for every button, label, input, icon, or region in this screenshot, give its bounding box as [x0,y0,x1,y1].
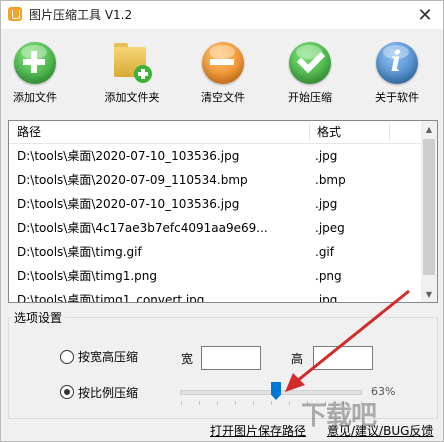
list-item[interactable]: D:\tools\桌面\timg.gif .gif [9,240,421,264]
slider-tick [181,401,182,405]
list-item[interactable]: D:\tools\桌面\4c17ae3b7efc4091aa9e69... .jp… [9,216,421,240]
scroll-down-icon[interactable]: ▼ [421,286,437,302]
height-label: 高 [291,352,304,366]
file-path-cell: D:\tools\桌面\2020-07-10_103536.jpg [17,197,240,211]
list-header: 路径 格式 [9,121,421,144]
vertical-scrollbar[interactable]: ▲ ▼ [421,121,437,302]
add-file-icon [13,41,57,85]
list-item[interactable]: D:\tools\桌面\timg1.png .png [9,264,421,288]
list-item[interactable]: D:\tools\桌面\2020-07-10_103536.jpg .jpg [9,192,421,216]
about-button[interactable]: i 关于软件 [369,33,425,105]
info-icon: i [375,41,419,85]
app-window: 图片压缩工具 V1.2 ✕ 添加文件 添加文件夹 清空文件 开始压缩 i 关于软… [0,0,444,442]
start-compress-label: 开始压缩 [288,91,332,104]
add-file-label: 添加文件 [13,91,57,104]
slider-tick [235,401,236,405]
width-label: 宽 [181,352,194,366]
file-format-cell: .gif [315,245,334,259]
clear-files-button[interactable]: 清空文件 [195,33,251,105]
file-path-cell: D:\tools\桌面\timg1.png [17,269,158,283]
close-button[interactable]: ✕ [407,1,443,29]
slider-tick [253,401,254,405]
mode-ratio-radio[interactable] [60,385,74,399]
mode-size-radio[interactable] [60,350,74,364]
add-folder-button[interactable]: 添加文件夹 [97,33,167,105]
add-file-button[interactable]: 添加文件 [9,33,61,105]
about-label: 关于软件 [375,91,419,104]
file-path-cell: D:\tools\桌面\timg.gif [17,245,142,259]
options-group-title: 选项设置 [11,309,66,326]
list-item[interactable]: D:\tools\桌面\2020-07-09_110534.bmp .bmp [9,168,421,192]
width-input[interactable] [201,346,261,370]
window-title: 图片压缩工具 V1.2 [29,8,133,22]
mode-ratio-label[interactable]: 按比例压缩 [78,384,138,401]
height-input[interactable] [313,346,373,370]
file-format-cell: .png [315,269,342,283]
file-path-cell: D:\tools\桌面\2020-07-09_110534.bmp [17,173,248,187]
start-compress-button[interactable]: 开始压缩 [283,33,337,105]
scrollbar-thumb[interactable] [423,139,435,275]
file-list[interactable]: 路径 格式 D:\tools\桌面\2020-07-10_103536.jpg.… [8,120,438,303]
file-format-cell: .jpeg [315,221,345,235]
clear-icon [201,41,245,85]
column-header-path[interactable]: 路径 [17,121,41,143]
list-item[interactable]: D:\tools\桌面\timg1_convert.jpg .jpg [9,288,421,303]
scroll-up-icon[interactable]: ▲ [421,121,437,137]
watermark: 下载吧 [301,400,377,430]
open-save-folder-link[interactable]: 打开图片保存路径 [210,422,306,439]
file-format-cell: .jpg [315,197,338,211]
toolbar: 添加文件 添加文件夹 清空文件 开始压缩 i 关于软件 [1,29,443,115]
app-logo-icon [8,7,22,21]
file-format-cell: .bmp [315,173,346,187]
list-item[interactable]: D:\tools\桌面\2020-07-10_103536.jpg .jpg [9,144,421,168]
check-icon [288,41,332,85]
slider-tick [289,401,290,405]
column-header-format[interactable]: 格式 [317,121,341,143]
slider-tick [217,401,218,405]
title-bar[interactable]: 图片压缩工具 V1.2 ✕ [1,1,443,29]
file-path-cell: D:\tools\桌面\2020-07-10_103536.jpg [17,149,240,163]
file-path-cell: D:\tools\桌面\4c17ae3b7efc4091aa9e69... [17,221,268,235]
clear-files-label: 清空文件 [201,91,245,104]
file-path-cell: D:\tools\桌面\timg1_convert.jpg [17,293,205,303]
add-folder-label: 添加文件夹 [104,91,160,104]
mode-size-label[interactable]: 按宽高压缩 [78,348,138,365]
slider-tick [271,401,272,405]
file-format-cell: .jpg [315,293,338,303]
slider-tick [199,401,200,405]
add-folder-icon [110,41,154,85]
file-format-cell: .jpg [315,149,338,163]
